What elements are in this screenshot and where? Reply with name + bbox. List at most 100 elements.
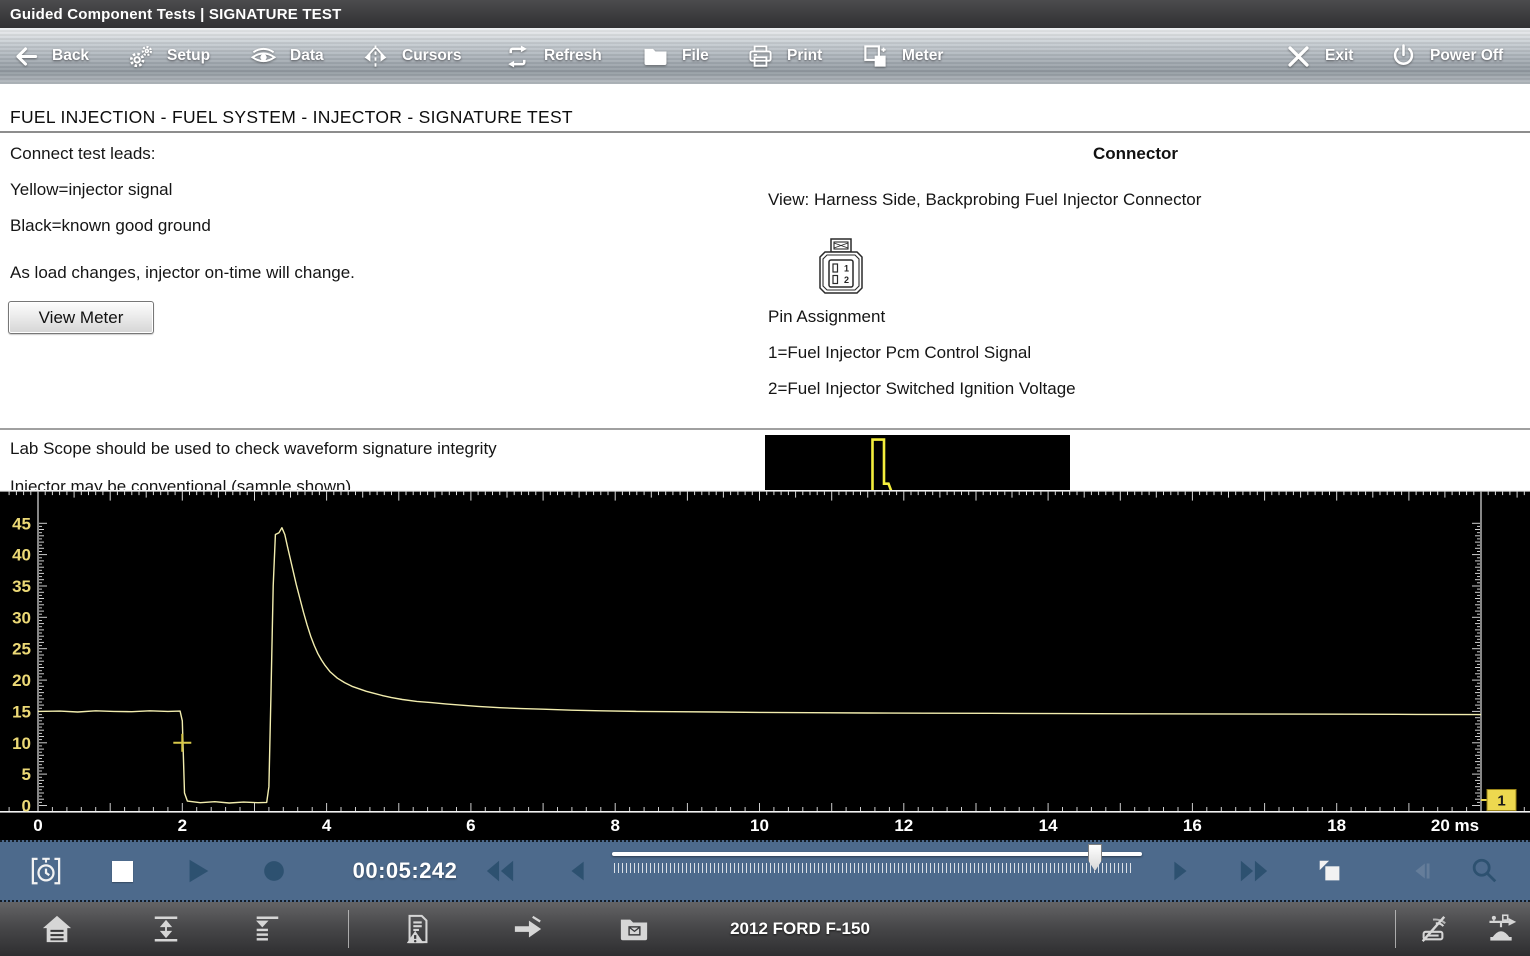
toolbar-label: Setup <box>167 47 210 65</box>
instruction-line: As load changes, injector on-time will c… <box>10 263 355 299</box>
pin-1-label: 1 <box>844 264 849 274</box>
toolbar-button-cursors[interactable]: Cursors <box>362 28 461 84</box>
vehicle-id[interactable]: 2012 FORD F-150 <box>690 902 910 956</box>
scope-x-tick-label: 18 <box>1327 816 1346 836</box>
toolbar-button-print[interactable]: Print <box>747 28 822 84</box>
vertical-range-button[interactable] <box>142 902 188 956</box>
snapshot-icon <box>1315 856 1345 886</box>
status-divider <box>1395 910 1396 948</box>
svg-text:35: 35 <box>12 577 31 596</box>
printer-icon <box>747 43 774 70</box>
record-icon <box>259 856 289 886</box>
step-back-button[interactable] <box>556 842 600 900</box>
pin-description: 2=Fuel Injector Switched Ignition Voltag… <box>768 379 1076 415</box>
pin-2-label: 2 <box>844 275 849 285</box>
snapshot-button[interactable] <box>1308 842 1352 900</box>
toolbar-button-back[interactable]: Back <box>12 28 89 84</box>
toolbar-button-file[interactable]: File <box>642 28 709 84</box>
status-divider <box>348 910 349 948</box>
demo-arrow-icon <box>512 914 542 944</box>
keyboard-status-button[interactable] <box>1409 902 1455 956</box>
svg-text:25: 25 <box>12 640 31 659</box>
scope-x-tick-label: 6 <box>466 816 475 836</box>
svg-text:5: 5 <box>22 765 31 784</box>
view-meter-button[interactable]: View Meter <box>8 301 154 334</box>
connector-heading: Connector <box>1093 144 1178 164</box>
connector-view-line: View: Harness Side, Backprobing Fuel Inj… <box>768 190 1201 210</box>
svg-text:1: 1 <box>1497 793 1505 810</box>
scope-x-tick-label: 8 <box>610 816 619 836</box>
timer-button[interactable] <box>24 842 68 900</box>
zoom-button[interactable] <box>1462 842 1506 900</box>
cursors-icon <box>362 43 389 70</box>
step-back-icon <box>563 856 593 886</box>
instruction-line: Connect test leads: <box>10 144 355 180</box>
close-x-icon <box>1285 43 1312 70</box>
gears-icon <box>127 43 154 70</box>
toolbar-button-meter[interactable]: Meter <box>862 28 943 84</box>
play-button[interactable] <box>176 842 220 900</box>
power-icon <box>1390 43 1417 70</box>
divider <box>0 428 1530 430</box>
toolbar-label: Exit <box>1325 47 1353 65</box>
scope-x-tick-label: 0 <box>33 816 42 836</box>
demo-mode-button[interactable] <box>504 902 550 956</box>
prev-frame-button-disabled <box>1400 842 1444 900</box>
toolbar-label: Print <box>787 47 822 65</box>
toolbar-button-refresh[interactable]: Refresh <box>504 28 602 84</box>
stop-button[interactable] <box>100 842 144 900</box>
usb-connected-icon <box>1485 914 1515 944</box>
timer-icon <box>29 856 63 886</box>
step-forward-button[interactable] <box>1158 842 1202 900</box>
position-slider[interactable] <box>612 842 1142 900</box>
scope-plot[interactable]: 4540353025201510501 <box>0 490 1530 813</box>
saved-data-button[interactable] <box>610 902 656 956</box>
lab-scope-panel: 4540353025201510501 02468101214161820 ms <box>0 490 1530 840</box>
home-icon <box>41 914 71 944</box>
slider-track[interactable] <box>612 852 1142 856</box>
zoom-icon <box>1469 856 1499 886</box>
pin-assignment-heading: Pin Assignment <box>768 307 885 327</box>
pin-list: 1=Fuel Injector Pcm Control Signal2=Fuel… <box>768 343 1076 415</box>
main-toolbar: Back Setup Data Cursors Refresh File Print Mete… <box>0 28 1530 84</box>
record-button[interactable] <box>252 842 296 900</box>
play-icon <box>183 856 213 886</box>
home-button[interactable] <box>33 902 79 956</box>
toolbar-button-power-off[interactable]: Power Off <box>1390 28 1503 84</box>
breadcrumb: FUEL INJECTION - FUEL SYSTEM - INJECTOR … <box>10 107 573 128</box>
stop-icon <box>112 861 133 882</box>
toolbar-button-exit[interactable]: Exit <box>1285 28 1353 84</box>
scope-x-tick-label: 14 <box>1039 816 1058 836</box>
record-warning-button[interactable] <box>394 902 440 956</box>
toolbar-label: Back <box>52 47 89 65</box>
prev-frame-disabled-icon <box>1407 856 1437 886</box>
toolbar-label: Cursors <box>402 47 461 65</box>
scope-x-tick-label: 10 <box>750 816 769 836</box>
svg-text:20: 20 <box>12 671 31 690</box>
svg-text:45: 45 <box>12 514 31 533</box>
instruction-line: Black=known good ground <box>10 216 355 252</box>
scope-x-tick-label: 2 <box>178 816 187 836</box>
back-arrow-icon <box>12 43 39 70</box>
usb-status-button[interactable] <box>1477 902 1523 956</box>
svg-text:15: 15 <box>12 702 31 721</box>
toolbar-button-data[interactable]: Data <box>250 28 324 84</box>
elapsed-time: 00:05:242 <box>338 842 472 900</box>
record-warning-icon <box>402 914 432 944</box>
toolbar-label: File <box>682 47 709 65</box>
rewind-button[interactable] <box>478 842 522 900</box>
toolbar-button-setup[interactable]: Setup <box>127 28 210 84</box>
toolbar-label: Meter <box>902 47 943 65</box>
sample-waveform-preview <box>765 435 1070 493</box>
svg-text:10: 10 <box>12 734 31 753</box>
step-forward-icon <box>1165 856 1195 886</box>
scope-x-tick-label: 20 ms <box>1431 816 1479 836</box>
scope-x-axis: 02468101214161820 ms <box>0 813 1530 840</box>
refresh-icon <box>504 43 531 70</box>
scope-x-tick-label: 4 <box>322 816 331 836</box>
slider-tick-marks <box>614 863 1134 873</box>
sweep-settings-button[interactable] <box>243 902 289 956</box>
scope-x-tick-label: 12 <box>894 816 913 836</box>
status-bar: 2012 FORD F-150 <box>0 902 1530 956</box>
fast-forward-button[interactable] <box>1232 842 1276 900</box>
